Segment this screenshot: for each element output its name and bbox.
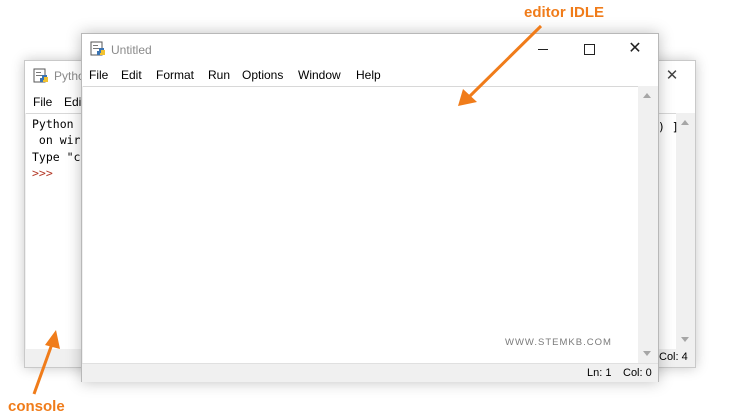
editor-arrow [458,24,543,106]
annotation-arrows [32,24,543,395]
console-arrow [32,330,60,395]
editor-annotation-label: editor IDLE [524,4,605,21]
console-annotation-label: console [8,398,65,415]
